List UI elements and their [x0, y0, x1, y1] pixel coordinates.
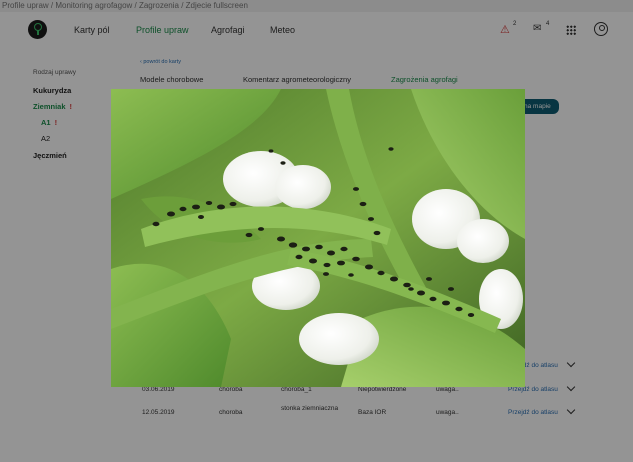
flower-petal — [299, 313, 379, 365]
flower-petal — [457, 219, 509, 263]
flower-petal — [275, 165, 331, 209]
aphid-photo-image — [111, 89, 525, 387]
fullscreen-photo[interactable] — [111, 89, 525, 387]
